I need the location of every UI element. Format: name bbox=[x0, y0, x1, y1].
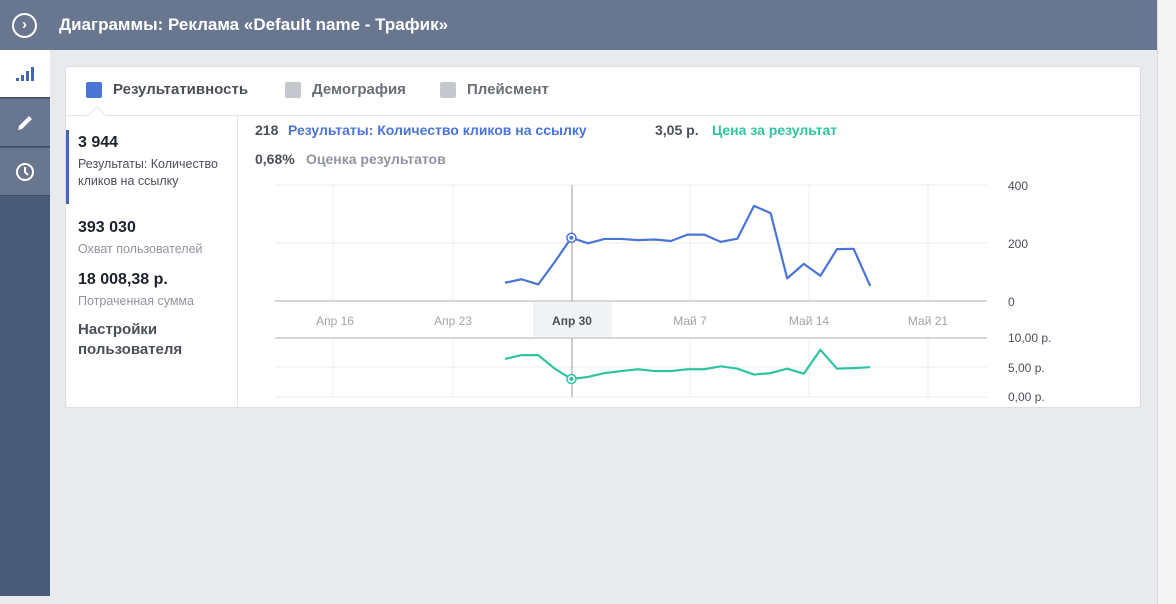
y-tick: 10,00 р. bbox=[1008, 331, 1052, 345]
y-tick: 0,00 р. bbox=[1008, 390, 1045, 404]
results-point-center bbox=[569, 235, 574, 240]
x-tick-selected[interactable]: Апр 30 bbox=[542, 314, 602, 328]
x-tick: Май 7 bbox=[673, 314, 707, 328]
x-tick: Апр 23 bbox=[434, 314, 472, 328]
y-tick: 200 bbox=[1008, 237, 1029, 251]
x-tick: Май 14 bbox=[788, 314, 830, 328]
cost-line bbox=[504, 348, 871, 381]
y-tick: 5,00 р. bbox=[1008, 361, 1045, 375]
y-tick: 400 bbox=[1008, 179, 1029, 193]
y-tick: 0 bbox=[1008, 295, 1015, 309]
results-line bbox=[504, 204, 872, 287]
x-tick: Май 21 bbox=[907, 314, 949, 328]
chart-canvas bbox=[275, 184, 987, 398]
x-tick: Апр 16 bbox=[316, 314, 354, 328]
cost-point-center bbox=[569, 377, 574, 382]
